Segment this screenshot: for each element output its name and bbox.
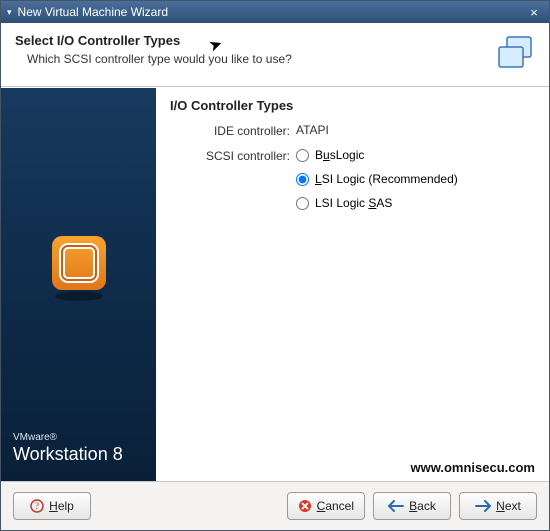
header-icon: [495, 33, 537, 75]
side-panel: VMware® Workstation 8: [1, 88, 156, 481]
next-label: Next: [496, 499, 521, 513]
scsi-radio-group: BusLogic LSI Logic (Recommended) LSI Log…: [296, 148, 535, 210]
brand-small: VMware®: [13, 432, 144, 443]
section-title: I/O Controller Types: [170, 98, 535, 113]
help-button[interactable]: ? Help: [13, 492, 91, 520]
back-label: Back: [409, 499, 436, 513]
radio-lsisas-input[interactable]: [296, 197, 309, 210]
radio-lsisas-label: LSI Logic SAS: [315, 196, 392, 210]
radio-lsilogic[interactable]: LSI Logic (Recommended): [296, 172, 535, 186]
cancel-button[interactable]: Cancel: [287, 492, 365, 520]
window-title: New Virtual Machine Wizard: [18, 5, 525, 19]
window-menu-icon[interactable]: ▾: [7, 7, 12, 18]
scsi-label: SCSI controller:: [180, 148, 290, 210]
titlebar: ▾ New Virtual Machine Wizard ×: [1, 1, 549, 23]
next-button[interactable]: Next: [459, 492, 537, 520]
brand-big: Workstation 8: [13, 444, 144, 465]
cancel-icon: [298, 499, 312, 513]
cancel-label: Cancel: [317, 499, 354, 513]
help-icon: ?: [30, 499, 44, 513]
radio-lsilogic-input[interactable]: [296, 173, 309, 186]
radio-lsilogic-label: LSI Logic (Recommended): [315, 172, 458, 186]
ide-value: ATAPI: [296, 123, 535, 138]
back-button[interactable]: Back: [373, 492, 451, 520]
wizard-body: VMware® Workstation 8 I/O Controller Typ…: [1, 87, 549, 481]
radio-buslogic[interactable]: BusLogic: [296, 148, 535, 162]
radio-lsisas[interactable]: LSI Logic SAS: [296, 196, 535, 210]
help-label: Help: [49, 499, 74, 513]
radio-buslogic-label: BusLogic: [315, 148, 364, 162]
page-title: Select I/O Controller Types: [15, 33, 535, 48]
back-arrow-icon: [388, 500, 404, 512]
next-arrow-icon: [475, 500, 491, 512]
svg-text:?: ?: [35, 501, 39, 511]
controller-form: IDE controller: ATAPI SCSI controller: B…: [180, 123, 535, 210]
wizard-header: Select I/O Controller Types Which SCSI c…: [1, 23, 549, 87]
footer: ? Help Cancel Back Next: [1, 481, 549, 530]
close-icon[interactable]: ×: [525, 4, 543, 20]
ide-label: IDE controller:: [180, 123, 290, 138]
wizard-window: ▾ New Virtual Machine Wizard × Select I/…: [0, 0, 550, 531]
page-subtitle: Which SCSI controller type would you lik…: [27, 52, 535, 66]
watermark: www.omnisecu.com: [411, 460, 536, 475]
main-panel: I/O Controller Types IDE controller: ATA…: [156, 88, 549, 481]
radio-buslogic-input[interactable]: [296, 149, 309, 162]
vmware-logo-icon: [1, 228, 156, 302]
